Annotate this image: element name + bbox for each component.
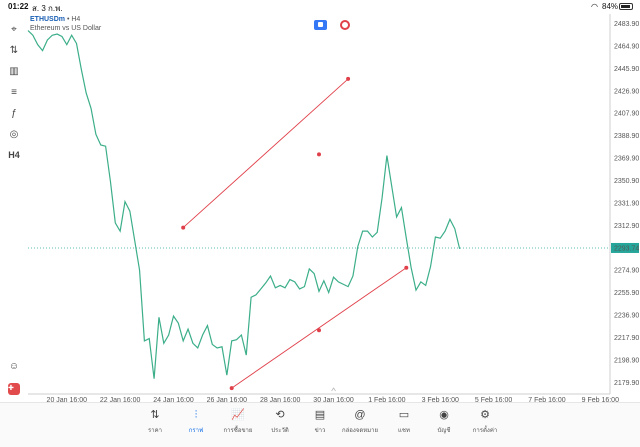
trade-icon: 📈 bbox=[231, 409, 245, 421]
trade-signal-icon[interactable]: ☺ bbox=[4, 357, 24, 375]
left-toolbar: ⌖ ⇅ ▥ ≡ ƒ ◎ H4 ☺ ✚ bbox=[0, 14, 28, 396]
trendline-anchor-point bbox=[404, 265, 409, 270]
scroll-marker-icon bbox=[331, 387, 336, 392]
price-tick-label: 2388.90 bbox=[614, 133, 639, 140]
instrument-symbol: ETHUSDm bbox=[30, 16, 66, 23]
nav-quotes-label: ราคา bbox=[148, 428, 162, 434]
price-chart[interactable]: 2483.90 2464.90 2445.90 2426.90 2407.90 2388.… bbox=[0, 14, 640, 402]
bar-chart-icon[interactable]: ▥ bbox=[4, 62, 24, 80]
candlestick-icon[interactable]: ⇅ bbox=[4, 41, 24, 59]
nav-history[interactable]: ⟲ ประวัติ bbox=[260, 407, 300, 441]
chat-icon: ▭ bbox=[398, 409, 410, 421]
nav-mailbox-label: กล่องจดหมาย bbox=[341, 428, 379, 434]
nav-chart[interactable]: ⫶ กราฟ bbox=[176, 407, 216, 441]
nav-news[interactable]: ▤ ข่าว bbox=[300, 407, 340, 441]
nav-mailbox[interactable]: @ กล่องจดหมาย bbox=[340, 407, 380, 441]
trendline-anchor-point bbox=[317, 328, 321, 333]
nav-chart-label: กราฟ bbox=[188, 428, 204, 434]
price-tick-label: 2217.90 bbox=[614, 335, 639, 342]
function-icon[interactable]: ƒ bbox=[4, 104, 24, 122]
one-click-trading-icon[interactable] bbox=[314, 20, 327, 30]
price-tick-label: 2426.90 bbox=[614, 88, 639, 95]
bottom-navigation: ⇅ ราคา ⫶ กราฟ 📈 การซื้อขาย ⟲ ประวัติ ▤ ข่าว @ กล่อง… bbox=[0, 402, 640, 447]
lower-trendline bbox=[231, 267, 407, 389]
upper-trendline bbox=[182, 78, 349, 228]
signal-status-icon[interactable] bbox=[340, 20, 350, 30]
battery-percent: 84% bbox=[602, 2, 619, 11]
price-tick-label: 2464.90 bbox=[614, 43, 639, 50]
price-tick-label: 2445.90 bbox=[614, 66, 639, 73]
accounts-icon: ◉ bbox=[439, 409, 449, 421]
trendline-anchor-point bbox=[229, 386, 234, 391]
price-tick-label: 2293.74 bbox=[614, 245, 639, 252]
price-tick-label: 2236.90 bbox=[614, 313, 639, 320]
price-tick-label: 2255.90 bbox=[614, 290, 639, 297]
nav-quotes[interactable]: ⇅ ราคา bbox=[135, 407, 175, 441]
nav-chat-label: แชท bbox=[398, 428, 410, 434]
nav-accounts[interactable]: ◉ บัญชี bbox=[424, 407, 464, 441]
broker-logo-icon[interactable]: ✚ bbox=[4, 380, 24, 398]
trendline-anchor-point bbox=[181, 225, 186, 230]
nav-trade-label: การซื้อขาย bbox=[223, 428, 253, 434]
instrument-label[interactable]: ETHUSDm • H4 Ethereum vs US Dollar bbox=[30, 15, 101, 33]
quotes-icon: ⇅ bbox=[150, 409, 160, 421]
trendline-anchor-point bbox=[317, 152, 321, 157]
nav-chat[interactable]: ▭ แชท bbox=[384, 407, 424, 441]
price-tick-label: 2407.90 bbox=[614, 111, 639, 118]
timeframe-button[interactable]: H4 bbox=[4, 146, 24, 164]
crosshair-icon[interactable]: ⌖ bbox=[4, 20, 24, 38]
battery-icon bbox=[619, 3, 633, 10]
history-icon: ⟲ bbox=[275, 409, 285, 421]
price-tick-label: 2198.90 bbox=[614, 357, 639, 364]
instrument-timeframe: H4 bbox=[71, 16, 81, 23]
price-tick-label: 2179.90 bbox=[614, 380, 639, 387]
price-tick-label: 2369.90 bbox=[614, 156, 639, 163]
price-tick-label: 2331.90 bbox=[614, 200, 639, 207]
price-tick-label: 2274.90 bbox=[614, 268, 639, 275]
price-tick-label: 2312.90 bbox=[614, 223, 639, 230]
indicators-icon[interactable]: ≡ bbox=[4, 83, 24, 101]
nav-history-label: ประวัติ bbox=[271, 428, 289, 434]
instrument-description: Ethereum vs US Dollar bbox=[30, 25, 102, 32]
price-line-series bbox=[27, 30, 461, 379]
price-tick-label: 2350.90 bbox=[614, 178, 639, 185]
status-time: 01:22 bbox=[8, 2, 29, 11]
nav-trade[interactable]: 📈 การซื้อขาย bbox=[218, 407, 258, 441]
price-tick-label: 2483.90 bbox=[614, 21, 639, 28]
trendline-anchor-point bbox=[346, 76, 351, 81]
nav-news-label: ข่าว bbox=[314, 428, 326, 434]
status-bar: 01:22 ส. 3 ก.พ. ◠ 84% bbox=[0, 0, 640, 14]
mt5-chart-screen: 01:22 ส. 3 ก.พ. ◠ 84% 2483.90 2464.90 2445… bbox=[0, 0, 640, 447]
chart-icon: ⫶ bbox=[194, 409, 198, 421]
settings-icon: ⚙ bbox=[480, 409, 490, 421]
objects-icon[interactable]: ◎ bbox=[4, 125, 24, 143]
news-icon: ▤ bbox=[314, 409, 326, 421]
nav-settings-label: การตั้งค่า bbox=[472, 428, 498, 434]
mailbox-icon: @ bbox=[354, 409, 366, 421]
nav-accounts-label: บัญชี bbox=[437, 428, 451, 434]
nav-settings[interactable]: ⚙ การตั้งค่า bbox=[465, 407, 505, 441]
wifi-icon: ◠ bbox=[591, 2, 598, 11]
